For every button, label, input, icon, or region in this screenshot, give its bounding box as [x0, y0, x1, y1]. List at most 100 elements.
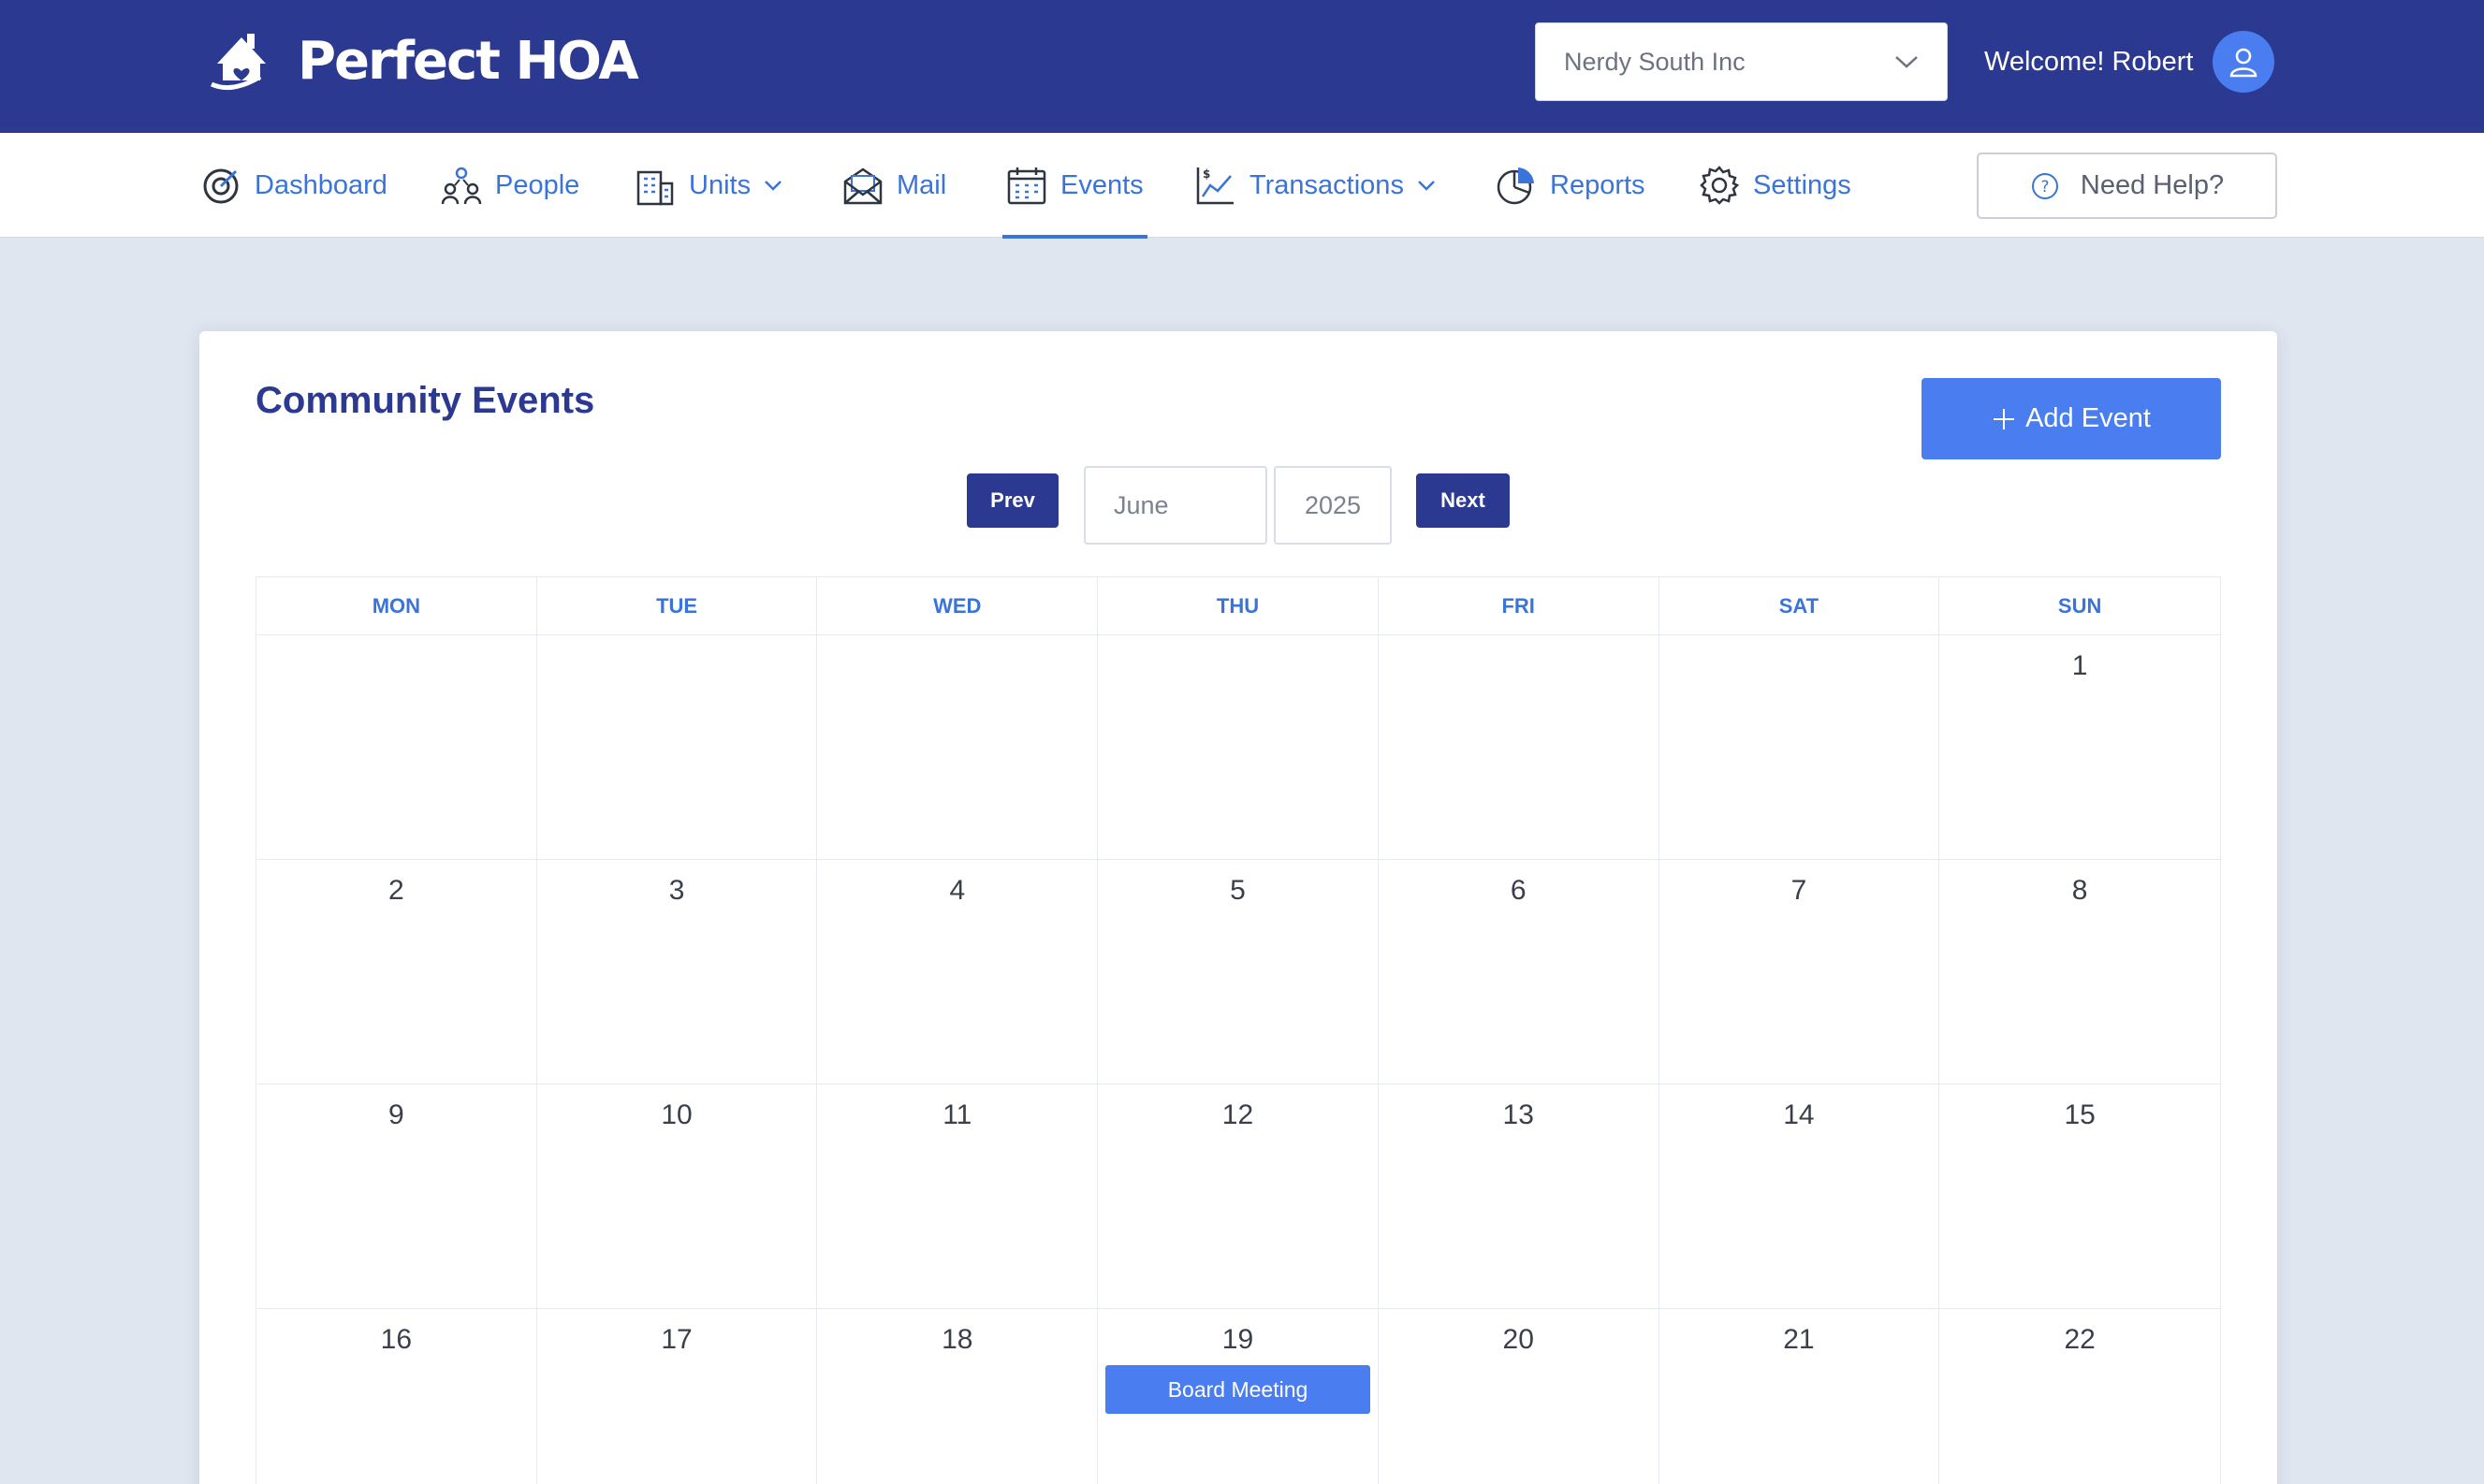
calendar-day-cell[interactable]: 17: [537, 1309, 818, 1484]
calendar-day-cell[interactable]: 7: [1659, 860, 1940, 1084]
user-menu: Welcome! Robert: [1984, 28, 2274, 95]
svg-text:?: ?: [2040, 178, 2049, 196]
calendar-day-cell[interactable]: 14: [1659, 1084, 1940, 1308]
nav-mail[interactable]: Mail: [842, 133, 946, 238]
calendar-day-cell[interactable]: 2: [256, 860, 537, 1084]
user-avatar-button[interactable]: [2212, 31, 2274, 93]
nav-dashboard[interactable]: Dashboard: [200, 133, 387, 238]
calendar-day-cell[interactable]: 11: [817, 1084, 1099, 1308]
calendar-day-cell[interactable]: 10: [537, 1084, 818, 1308]
day-number: 2: [388, 875, 404, 906]
events-card: Community Events Add Event Prev June 202…: [199, 331, 2277, 1484]
organization-select-value: Nerdy South Inc: [1564, 47, 1746, 76]
day-number: 16: [380, 1324, 413, 1355]
calendar-day-cell[interactable]: [1659, 635, 1940, 859]
gear-icon: [1700, 166, 1740, 205]
pie-chart-icon: [1497, 167, 1534, 205]
calendar-day-cell[interactable]: 20: [1379, 1309, 1659, 1484]
day-number: 18: [942, 1324, 973, 1355]
calendar-day-cell[interactable]: 9: [256, 1084, 537, 1308]
calendar-day-cell[interactable]: [256, 635, 537, 859]
nav-units[interactable]: Units: [635, 133, 782, 238]
day-number: 6: [1510, 875, 1527, 906]
day-number: 11: [942, 1099, 972, 1130]
chevron-down-icon: [765, 181, 782, 191]
svg-text:$: $: [1203, 167, 1210, 181]
calendar-week: 16 17 18 19 Board Meeting 20 21 22: [256, 1309, 2220, 1484]
day-number: 22: [2064, 1324, 2096, 1355]
add-event-label: Add Event: [2025, 403, 2151, 433]
year-field[interactable]: 2025: [1274, 466, 1392, 545]
nav-events-label: Events: [1060, 169, 1144, 200]
prev-month-button[interactable]: Prev: [967, 473, 1059, 528]
day-number: 15: [2064, 1099, 2096, 1130]
day-number: 13: [1502, 1099, 1534, 1130]
nav-transactions-label: Transactions: [1249, 169, 1404, 200]
day-number: 9: [388, 1099, 404, 1130]
people-icon: [441, 167, 482, 205]
calendar-day-cell[interactable]: 5: [1098, 860, 1379, 1084]
event-board-meeting[interactable]: Board Meeting: [1105, 1365, 1370, 1414]
weekday-label: MON: [256, 577, 537, 634]
weekday-label: FRI: [1379, 577, 1659, 634]
house-logo-icon: [210, 34, 266, 91]
plus-icon: [1994, 408, 2015, 429]
weekday-label: SAT: [1659, 577, 1940, 634]
calendar-week: 1: [256, 635, 2220, 860]
next-month-button[interactable]: Next: [1416, 473, 1510, 528]
calendar-day-cell[interactable]: 1: [1939, 635, 2220, 859]
calendar-day-cell[interactable]: 18: [817, 1309, 1099, 1484]
nav-dashboard-label: Dashboard: [255, 169, 387, 200]
nav-reports[interactable]: Reports: [1496, 133, 1645, 238]
calendar-day-cell[interactable]: [1379, 635, 1659, 859]
day-number: 14: [1783, 1099, 1815, 1130]
calendar-day-cell[interactable]: 15: [1939, 1084, 2220, 1308]
weekday-header: MON TUE WED THU FRI SAT SUN: [256, 577, 2220, 635]
question-circle-icon: ?: [2031, 172, 2058, 199]
calendar-day-cell[interactable]: 16: [256, 1309, 537, 1484]
need-help-button[interactable]: ? Need Help?: [1977, 153, 2277, 219]
calendar-day-cell[interactable]: 3: [537, 860, 818, 1084]
brand-logo[interactable]: Perfect HOA: [204, 28, 639, 94]
nav-events[interactable]: Events: [1002, 133, 1147, 239]
weekday-label: THU: [1098, 577, 1379, 634]
brand-name: Perfect HOA: [298, 30, 639, 92]
page-title: Community Events: [256, 380, 595, 421]
calendar-day-cell[interactable]: [817, 635, 1099, 859]
nav-people-label: People: [495, 169, 580, 200]
calendar-day-cell[interactable]: [1098, 635, 1379, 859]
calendar-day-cell[interactable]: 4: [817, 860, 1099, 1084]
chevron-down-icon: [1895, 56, 1918, 68]
day-number: 21: [1783, 1324, 1815, 1355]
welcome-text: Welcome! Robert: [1984, 46, 2194, 77]
calendar-day-cell[interactable]: 8: [1939, 860, 2220, 1084]
month-field[interactable]: June: [1084, 466, 1267, 545]
day-number: 4: [949, 875, 966, 906]
calendar-day-cell[interactable]: 21: [1659, 1309, 1940, 1484]
organization-select[interactable]: Nerdy South Inc: [1535, 22, 1948, 101]
dashboard-gauge-icon: [203, 168, 239, 204]
nav-settings[interactable]: Settings: [1699, 133, 1851, 238]
nav-people[interactable]: People: [441, 133, 579, 238]
nav-reports-label: Reports: [1550, 169, 1645, 200]
day-number: 3: [668, 875, 685, 906]
day-number: 7: [1790, 875, 1807, 906]
nav-settings-label: Settings: [1753, 169, 1851, 200]
nav-transactions[interactable]: $ Transactions: [1195, 133, 1436, 238]
nav-mail-label: Mail: [897, 169, 947, 200]
day-number: 10: [661, 1099, 693, 1130]
add-event-button[interactable]: Add Event: [1921, 378, 2221, 459]
calendar-day-cell[interactable]: [537, 635, 818, 859]
calendar-day-cell[interactable]: 13: [1379, 1084, 1659, 1308]
calendar-day-cell[interactable]: 19 Board Meeting: [1098, 1309, 1379, 1484]
weekday-label: TUE: [537, 577, 818, 634]
calendar-day-cell[interactable]: 6: [1379, 860, 1659, 1084]
calendar-day-cell[interactable]: 12: [1098, 1084, 1379, 1308]
nav-units-label: Units: [689, 169, 752, 200]
calendar-day-cell[interactable]: 22: [1939, 1309, 2220, 1484]
day-number: 1: [2071, 650, 2088, 681]
chevron-down-icon: [1418, 181, 1435, 191]
top-bar: Perfect HOA Nerdy South Inc Welcome! Rob…: [0, 0, 2484, 133]
need-help-label: Need Help?: [2080, 170, 2225, 200]
calendar-week: 9 10 11 12 13 14 15: [256, 1084, 2220, 1309]
